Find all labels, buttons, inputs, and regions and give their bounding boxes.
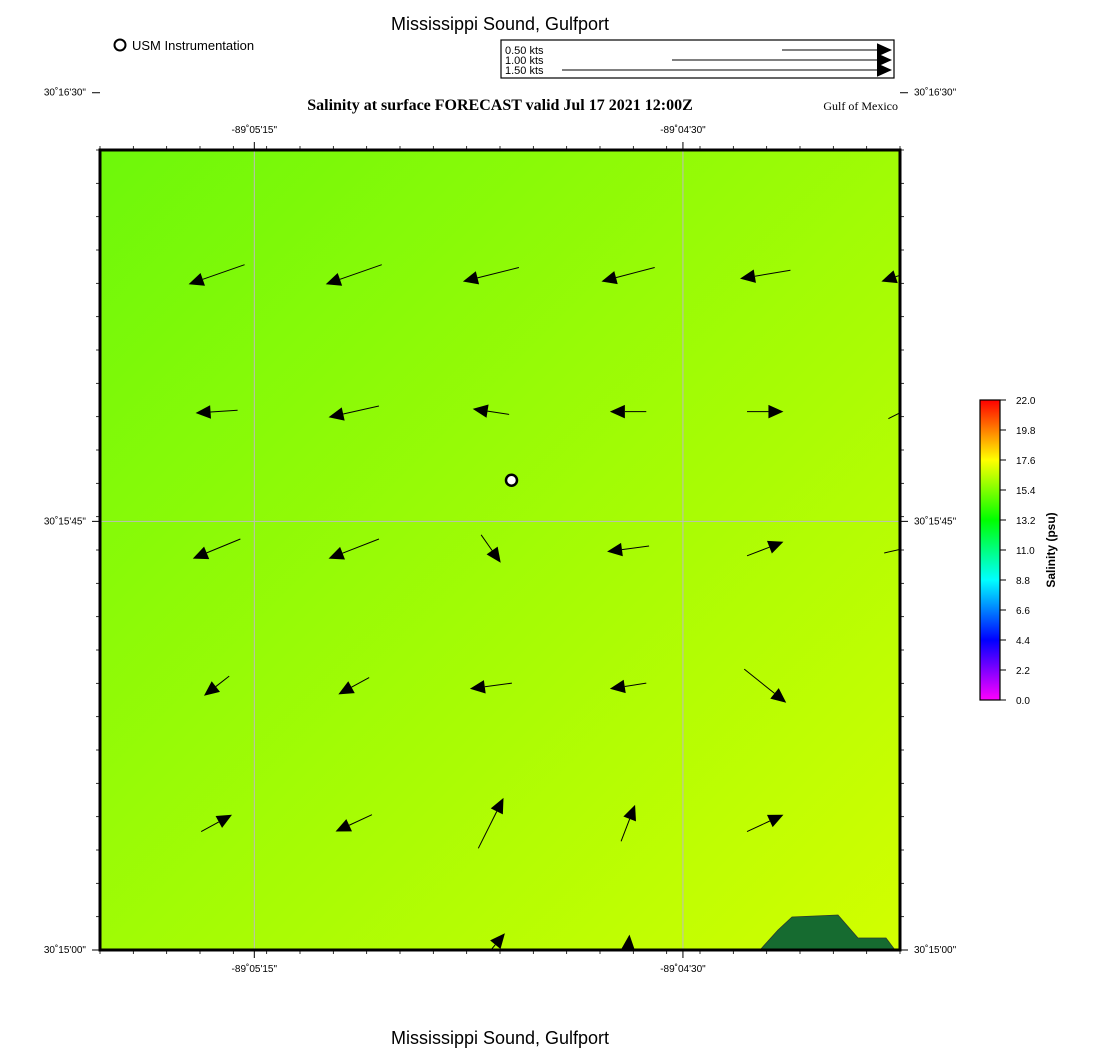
colorbar-tick-label: 22.0	[1016, 396, 1036, 407]
speed-scale-label: 1.50 kts	[505, 65, 544, 77]
lat-tick-label: 30˚16'30"	[44, 87, 87, 99]
speed-scale-box	[500, 39, 895, 79]
colorbar-tick-label: 2.2	[1016, 666, 1030, 677]
region-label: Gulf of Mexico	[823, 99, 898, 113]
colorbar-tick-label: 15.4	[1016, 486, 1036, 497]
colorbar-tick-label: 8.8	[1016, 576, 1030, 587]
colorbar-tick-label: 17.6	[1016, 456, 1036, 467]
lat-tick-label: 30˚15'45"	[44, 515, 87, 527]
colorbar-tick-label: 13.2	[1016, 516, 1036, 527]
colorbar-tick-label: 0.0	[1016, 696, 1030, 707]
current-vector-head	[191, 134, 207, 147]
colorbar-tick-label: 19.8	[1016, 426, 1036, 437]
current-vector	[329, 130, 379, 146]
current-vector	[741, 132, 789, 145]
current-vector-head	[741, 132, 757, 145]
map-panel: -89˚05'15" -89˚05'15" -89˚04'30" -89˚04'30"…	[44, 87, 957, 975]
current-vector	[467, 132, 515, 145]
lat-tick-label: 30˚15'00"	[914, 944, 957, 956]
current-vector-head	[467, 132, 483, 145]
lon-tick-label: -89˚05'15"	[232, 963, 278, 975]
lon-tick-label: -89˚05'15"	[232, 124, 278, 136]
current-vector-shaft	[756, 133, 789, 139]
lat-tick-label: 30˚16'30"	[914, 87, 957, 99]
current-vector-head	[603, 132, 619, 145]
lon-tick-label: -89˚04'30"	[660, 963, 706, 975]
current-vector-head	[904, 541, 920, 554]
salinity-colorbar: Salinity (psu) 22.0 19.8 17.6 15.4 13.2 11.0 8…	[979, 396, 1058, 707]
current-vector	[603, 132, 653, 145]
current-vector-head	[884, 133, 900, 146]
lat-tick-label: 30˚15'00"	[44, 944, 87, 956]
current-vector-shaft	[898, 130, 920, 139]
station-marker-icon	[113, 38, 127, 52]
colorbar-tick-label: 11.0	[1016, 546, 1035, 557]
station-legend-label: USM Instrumentation	[132, 38, 254, 53]
lon-tick-label: -89˚04'30"	[660, 124, 706, 136]
current-vector-shaft	[618, 134, 654, 139]
footer-title: Mississippi Sound, Gulfport	[391, 1028, 609, 1048]
colorbar-label: Salinity (psu)	[1044, 512, 1058, 587]
current-vector-head	[329, 134, 345, 147]
current-vector-shaft	[482, 134, 515, 139]
salinity-field	[100, 150, 900, 950]
colorbar-tick-label: 6.6	[1016, 606, 1030, 617]
map-subtitle: Salinity at surface FORECAST valid Jul 1…	[307, 97, 693, 114]
usm-station-marker	[504, 473, 519, 487]
colorbar-tick-label: 4.4	[1016, 636, 1030, 647]
speed-scale-legend: 0.50 kts1.00 kts1.50 kts	[500, 39, 895, 79]
salinity-map-figure: Mississippi Sound, Gulfport Salinity at …	[44, 14, 1058, 1048]
colorbar-scale	[979, 399, 1001, 701]
current-vector-head	[899, 405, 900, 406]
current-vector	[884, 130, 920, 145]
current-vector-shaft	[343, 130, 379, 140]
map-title: Mississippi Sound, Gulfport	[391, 14, 609, 34]
lat-tick-label: 30˚15'45"	[914, 515, 957, 527]
station-legend: USM Instrumentation	[113, 38, 254, 53]
current-vector-shaft	[627, 949, 629, 950]
